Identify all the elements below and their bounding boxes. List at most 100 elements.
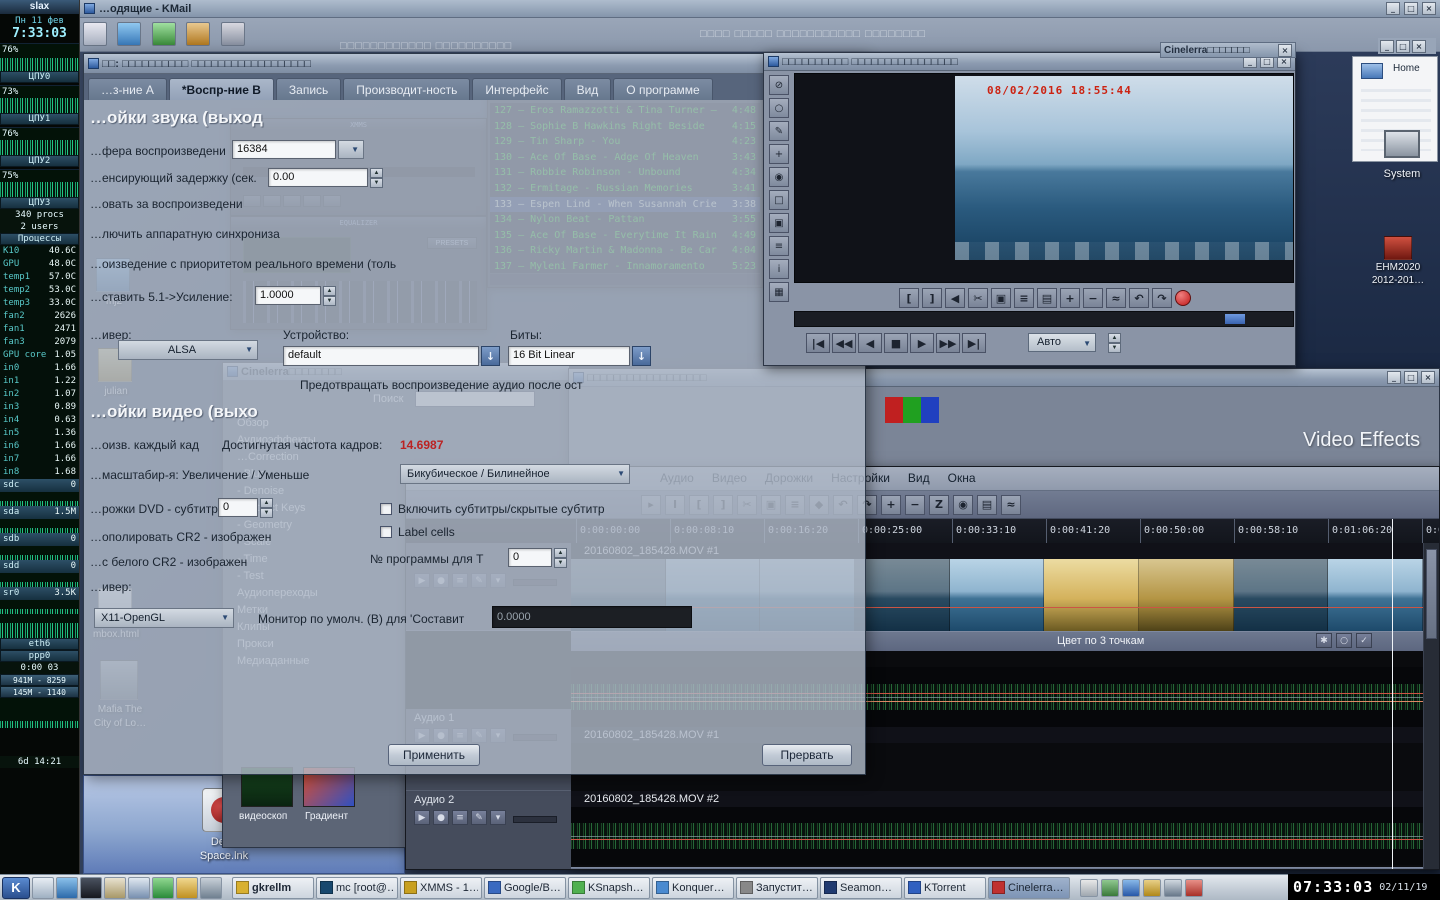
kmix-tray-icon[interactable]: [1143, 879, 1161, 897]
preferences-dialog[interactable]: □□: □□□□□□□□□□ □□□□□□□□□□□□□□□□□□ …з-ние…: [83, 53, 866, 775]
compositor-transport-controls[interactable]: |◀◀◀◀■▶▶▶▶|: [806, 333, 986, 353]
patchbay-control-icon[interactable]: ✎: [471, 810, 487, 825]
patchbay-audio2-track[interactable]: Аудио 2 ▶●≡✎▾: [406, 791, 571, 870]
spin-up-icon[interactable]: ▲: [323, 286, 336, 296]
kmail-new-mail-icon[interactable]: [83, 22, 107, 46]
task-button[interactable]: Google/B…: [484, 877, 566, 899]
kmail-trash-icon[interactable]: [186, 22, 210, 46]
video-driver-combo[interactable]: X11-OpenGL: [94, 608, 234, 628]
desktop-icon-system-label[interactable]: System: [1372, 168, 1432, 180]
compositor-tool-icon[interactable]: ○: [769, 98, 789, 118]
timeline-toolbar-icon[interactable]: −: [905, 495, 925, 515]
realtime-priority-label[interactable]: …оизведение с приоритетом реального врем…: [90, 257, 396, 271]
automation-line[interactable]: [571, 839, 1423, 840]
preferences-titlebar[interactable]: □□: □□□□□□□□□□ □□□□□□□□□□□□□□□□□□: [84, 54, 865, 74]
disk-monitor-block[interactable]: sr0 3.5K: [0, 587, 79, 614]
compositor-tool-icon[interactable]: ✎: [769, 121, 789, 141]
transport-button[interactable]: ▶|: [962, 333, 986, 353]
kmail-reply-icon[interactable]: [117, 22, 141, 46]
latency-spinner[interactable]: ▲▼: [370, 168, 383, 187]
kmail-forward-icon[interactable]: [152, 22, 176, 46]
video-effects-maximize-button[interactable]: [1404, 371, 1418, 384]
transport-button[interactable]: ◀: [858, 333, 882, 353]
desktop-icon-ehm[interactable]: [1384, 236, 1412, 260]
compositor-tool-icon[interactable]: ▣: [769, 213, 789, 233]
task-button[interactable]: gkrellm: [232, 877, 314, 899]
desktop-icon-ehm-label-1[interactable]: EHM2020: [1362, 262, 1434, 273]
memory-meter[interactable]: 941M - 8259: [0, 674, 79, 686]
compositor-edit-icon[interactable]: ↶: [1129, 288, 1149, 308]
disk-monitor-block[interactable]: sdb 0: [0, 533, 79, 560]
patchbay-control-icon[interactable]: ▾: [490, 810, 506, 825]
auto-zoom-combo[interactable]: Авто: [1028, 333, 1096, 352]
cancel-button[interactable]: Прервать: [762, 744, 852, 766]
cpu-monitor-block[interactable]: 76% ЦПУ2: [0, 127, 79, 167]
viewer-titlebar-fragment[interactable]: Cinelerra□□□□□□□: [1160, 42, 1296, 58]
spin-down-icon[interactable]: ▼: [370, 178, 383, 188]
every-frame-label[interactable]: …оизв. каждый кад: [90, 438, 199, 452]
preferences-tab[interactable]: Интерфейс: [472, 78, 561, 100]
preferences-tab[interactable]: О программе: [613, 78, 712, 100]
timeline-toolbar-icon[interactable]: ◉: [953, 495, 973, 515]
volume-tray-icon[interactable]: [1101, 879, 1119, 897]
spin-down-icon[interactable]: ▼: [1108, 343, 1121, 353]
bits-dropdown-button[interactable]: ↓: [632, 346, 651, 366]
compositor-edit-icon[interactable]: ▣: [991, 288, 1011, 308]
patchbay-control-icon[interactable]: ≡: [452, 810, 468, 825]
folder-launcher-icon[interactable]: [176, 877, 198, 899]
timeline-menu-item[interactable]: Окна: [939, 467, 985, 490]
task-button[interactable]: Cinelerra…: [988, 877, 1070, 899]
show-desktop-icon[interactable]: [32, 877, 54, 899]
swap-meter[interactable]: 145M - 1140: [0, 686, 79, 698]
timeline-toolbar-icon[interactable]: Z: [929, 495, 949, 515]
task-button[interactable]: KSnapsh…: [568, 877, 650, 899]
device-dropdown-button[interactable]: ↓: [481, 346, 500, 366]
buffer-size-dropdown[interactable]: [338, 140, 364, 159]
compositor-tool-icon[interactable]: ▦: [769, 282, 789, 302]
spin-down-icon[interactable]: ▼: [260, 508, 273, 518]
bg-close-button[interactable]: [1412, 40, 1426, 53]
effect-bar-threshold[interactable]: Порог Цвет по 3 точкам: [571, 867, 1423, 870]
compositor-edit-icon[interactable]: ↷: [1152, 288, 1172, 308]
effect-label-color3way[interactable]: Цвет по 3 точкам: [1057, 635, 1144, 647]
compositor-tool-icon[interactable]: ⊘: [769, 75, 789, 95]
taskbar[interactable]: K gkrellm mc [root@…] XMMS - 1… Googl: [0, 874, 1440, 900]
apply-button[interactable]: Применить: [388, 744, 480, 766]
transport-button[interactable]: |◀: [806, 333, 830, 353]
bg-minimize-button[interactable]: [1380, 40, 1394, 53]
desktop-icon-ehm-label-2[interactable]: 2012-201…: [1362, 275, 1434, 286]
compositor-timebar[interactable]: [794, 311, 1294, 327]
compositor-window[interactable]: □□□□□□□□□□ □□□□□□□□□□□□□□□□ ⊘○✎+◉□▣≡i▦ 0…: [763, 52, 1296, 366]
cr2-interpolate-label[interactable]: …ополировать CR2 - изображен: [90, 530, 271, 544]
cpu-monitor-block[interactable]: 76% ЦПУ0: [0, 43, 79, 83]
spin-up-icon[interactable]: ▲: [1108, 333, 1121, 343]
patchbay-fade-slider[interactable]: [513, 816, 557, 823]
follow-playback-label[interactable]: …овать за воспроизведени: [90, 197, 243, 211]
preferences-tab[interactable]: Запись: [276, 78, 341, 100]
compositor-edit-icon[interactable]: ≡: [1014, 288, 1034, 308]
video-effects-minimize-button[interactable]: [1387, 371, 1401, 384]
bg-maximize-button[interactable]: [1396, 40, 1410, 53]
auto-zoom-spinner[interactable]: ▲▼: [1108, 333, 1121, 352]
kmail-launcher-icon[interactable]: [128, 877, 150, 899]
kmail-close-button[interactable]: [1422, 2, 1436, 15]
preferences-tab[interactable]: *Воспр-ние В: [169, 78, 274, 100]
effect-control-icon[interactable]: ○: [1336, 633, 1352, 648]
spin-up-icon[interactable]: ▲: [370, 168, 383, 178]
compositor-edit-toolbar[interactable]: []◀✂▣≡▤+−≈↶↷: [899, 287, 1191, 309]
konqueror-icon[interactable]: [56, 877, 78, 899]
scrollbar-thumb[interactable]: [1426, 549, 1437, 639]
task-button[interactable]: Konquer…: [652, 877, 734, 899]
ppp-interface-label[interactable]: ppp0: [0, 650, 79, 662]
video-effects-close-button[interactable]: [1421, 371, 1435, 384]
compositor-edit-icon[interactable]: [: [899, 288, 919, 308]
kmail-maximize-button[interactable]: [1404, 2, 1418, 15]
gkrellm-monitor[interactable]: slax Пн 11 фев 7:33:03 76% ЦПУ0 73% ЦПУ1…: [0, 0, 80, 874]
rgb-effect-icon[interactable]: [885, 397, 939, 428]
ktorrent-tray-icon[interactable]: [1122, 879, 1140, 897]
patchbay-audio2-controls[interactable]: ▶●≡✎▾: [406, 808, 571, 825]
timeline-toolbar-icon[interactable]: ▤: [977, 495, 997, 515]
record-label-icon[interactable]: [1175, 290, 1191, 306]
kmail-titlebar[interactable]: …одящие - KMail: [80, 0, 1440, 18]
disk-monitor-block[interactable]: sda 1.5M: [0, 506, 79, 533]
